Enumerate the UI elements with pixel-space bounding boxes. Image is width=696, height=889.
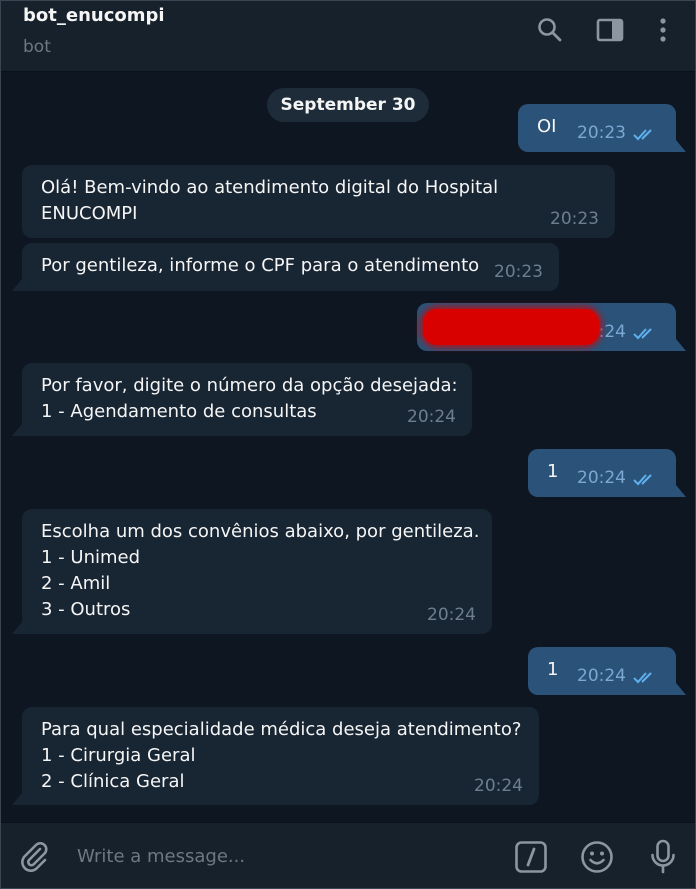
message-incoming[interactable]: Por gentileza, informe o CPF para o aten…	[22, 243, 559, 291]
message-text: Olá! Bem-vindo ao atendimento digital do…	[41, 177, 499, 224]
date-separator: September 30	[267, 88, 429, 122]
message-time: 20:24	[577, 666, 626, 686]
more-vertical-icon[interactable]	[648, 15, 678, 45]
message-list[interactable]: September 30 OI 20:23 Olá! Bem-vindo ao …	[1, 72, 695, 822]
message-outgoing[interactable]: 20:24	[417, 303, 676, 351]
message-outgoing[interactable]: OI 20:23	[518, 104, 676, 152]
message-text: Para qual especialidade médica deseja at…	[41, 719, 522, 792]
message-text: OI	[537, 116, 557, 137]
message-incoming[interactable]: Por favor, digite o número da opção dese…	[22, 363, 472, 436]
message-incoming[interactable]: Para qual especialidade médica deseja at…	[22, 707, 539, 805]
sidebar-toggle-icon[interactable]	[595, 15, 625, 45]
message-text: Por gentileza, informe o CPF para o aten…	[41, 255, 480, 276]
bubble-tail	[676, 140, 686, 152]
message-time: 20:24	[407, 407, 456, 427]
message-time: 20:23	[550, 209, 599, 229]
bubble-tail	[12, 424, 22, 436]
message-time: 20:23	[494, 262, 543, 282]
bubble-tail	[676, 485, 686, 497]
message-time: 20:23	[577, 123, 626, 143]
bot-commands-icon[interactable]	[513, 839, 549, 875]
search-icon[interactable]	[535, 15, 565, 45]
message-time: 20:24	[577, 468, 626, 488]
message-text: Por favor, digite o número da opção dese…	[41, 375, 458, 422]
chat-header: bot_enucompi bot	[1, 1, 695, 72]
chat-subtitle: bot	[23, 37, 51, 57]
attach-icon[interactable]	[17, 839, 51, 873]
bubble-tail	[676, 339, 686, 351]
read-check-icon	[633, 129, 652, 141]
message-outgoing[interactable]: 1 20:24	[528, 647, 676, 695]
bubble-tail	[12, 622, 22, 634]
message-time: 20:24	[474, 776, 523, 796]
message-incoming[interactable]: Escolha um dos convênios abaixo, por gen…	[22, 509, 492, 634]
message-text: 1	[547, 659, 559, 680]
bubble-tail	[676, 683, 686, 695]
microphone-icon[interactable]	[645, 839, 681, 875]
message-incoming[interactable]: Olá! Bem-vindo ao atendimento digital do…	[22, 165, 615, 238]
message-outgoing[interactable]: 1 20:24	[528, 449, 676, 497]
redaction-mark	[423, 309, 599, 345]
message-text: Escolha um dos convênios abaixo, por gen…	[41, 521, 480, 620]
chat-title[interactable]: bot_enucompi	[23, 5, 165, 26]
read-check-icon	[633, 474, 652, 486]
bubble-tail	[12, 279, 22, 291]
chat-window: bot_enucompi bot September 30 OI 20:23 O…	[0, 0, 696, 889]
bubble-tail	[12, 793, 22, 805]
message-composer	[1, 822, 695, 888]
read-check-icon	[633, 328, 652, 340]
message-text: 1	[547, 461, 559, 482]
message-input[interactable]	[77, 841, 497, 871]
emoji-icon[interactable]	[579, 839, 615, 875]
message-time: 20:24	[427, 605, 476, 625]
read-check-icon	[633, 672, 652, 684]
